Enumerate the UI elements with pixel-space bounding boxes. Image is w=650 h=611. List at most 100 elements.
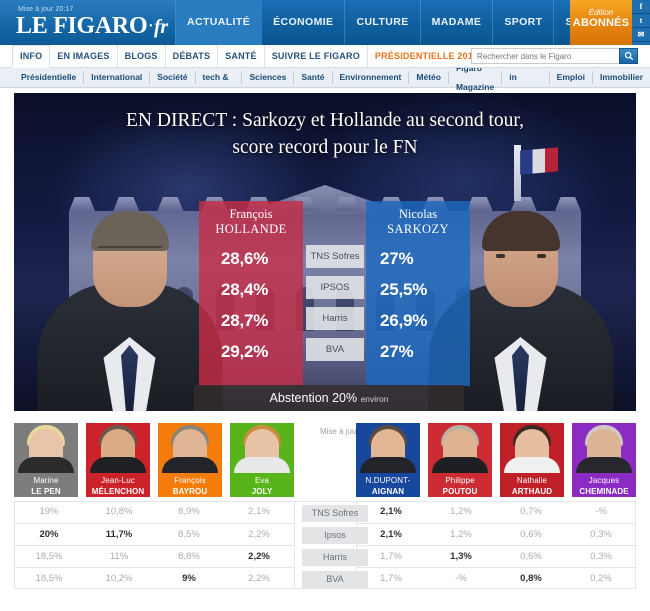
cell-arthaud-tns: 0,7% <box>496 501 566 524</box>
candidate-card-bayrou[interactable]: François BAYROU <box>158 423 222 497</box>
candidate-card-le-pen[interactable]: Marine LE PEN <box>14 423 78 497</box>
dupont-aignan-lastname: AIGNAN <box>371 487 405 496</box>
hero-headline: EN DIRECT : Sarkozy et Hollande au secon… <box>14 107 636 161</box>
subnav-immobilier[interactable]: Immobilier <box>593 71 650 84</box>
header-update-label: Mise à jour 20:17 <box>18 6 74 13</box>
nav-actualite[interactable]: ACTUALITÉ <box>175 0 263 45</box>
bayrou-firstname: François <box>174 476 206 485</box>
candidate-card-dupont-aignan[interactable]: N.DUPONT- AIGNAN <box>356 423 420 497</box>
sarkozy-score-tns: 27% <box>380 249 414 268</box>
tab-debats[interactable]: DÉBATS <box>166 45 219 67</box>
tab-suivre-le-figaro[interactable]: SUIVRE LE FIGARO <box>265 45 368 67</box>
cell-joly-ipsos: 2,2% <box>224 523 294 546</box>
table-row: 1,7% 1,3% 0,6% 0,3% <box>356 545 636 568</box>
candidate-card-melenchon[interactable]: Jean-Luc MÉLENCHON <box>86 423 150 497</box>
candidate-card-arthaud[interactable]: Nathalie ARTHAUD <box>500 423 564 497</box>
abstention-banner: Abstention 20% environ <box>194 385 464 411</box>
table-row: 18,5% 11% 8,8% 2,2% <box>14 545 294 568</box>
melenchon-photo <box>86 423 150 473</box>
twitter-icon[interactable]: t <box>632 14 650 28</box>
sarkozy-firstname: Nicolas <box>398 207 438 221</box>
cell-joly-tns: 2,1% <box>224 501 294 524</box>
arthaud-photo <box>500 423 564 473</box>
cell-bayrou-ipsos: 8,5% <box>154 523 224 546</box>
cheminade-nameplate: Jacques CHEMINADE <box>572 473 636 497</box>
dupont-aignan-nameplate: N.DUPONT- AIGNAN <box>356 473 420 497</box>
le-pen-lastname: LE PEN <box>31 487 61 496</box>
le-pen-nameplate: Marine LE PEN <box>14 473 78 497</box>
left-results-table: 19% 10,8% 8,9% 2,1% 20% 11,7% 8,5% 2,2% … <box>14 501 294 589</box>
hollande-results-panel: François HOLLANDE 28,6% 28,4% 28,7% 29,2… <box>199 201 303 386</box>
cell-cheminade-harris: 0,3% <box>566 545 636 568</box>
joly-nameplate: Eva JOLY <box>230 473 294 497</box>
table-row: 20% 11,7% 8,5% 2,2% <box>14 523 294 546</box>
cell-arthaud-ipsos: 0,6% <box>496 523 566 546</box>
nav-economie[interactable]: ÉCONOMIE <box>262 0 346 45</box>
hollande-lastname: HOLLANDE <box>215 222 287 236</box>
candidate-card-cheminade[interactable]: Jacques CHEMINADE <box>572 423 636 497</box>
tab-blogs[interactable]: BLOGS <box>118 45 166 67</box>
hollande-score-harris: 28,7% <box>221 311 269 330</box>
subnav-high-tech-web[interactable]: High-tech & Web <box>196 53 243 101</box>
tab-info[interactable]: INFO <box>12 44 51 68</box>
search-input[interactable] <box>471 48 619 64</box>
joly-lastname: JOLY <box>251 487 273 496</box>
nav-madame[interactable]: MADAME <box>421 0 494 45</box>
cell-lepen-tns: 19% <box>14 501 84 524</box>
sarkozy-score-ipsos: 25,5% <box>380 280 428 299</box>
table-row: 1,7% -% 0,8% 0,2% <box>356 567 636 589</box>
cell-cheminade-tns: -% <box>566 501 636 524</box>
cell-dupontaignan-tns: 2,1% <box>356 501 426 524</box>
logo-suffix: fr <box>154 16 168 38</box>
nav-sport[interactable]: SPORT <box>493 0 555 45</box>
cell-dupontaignan-harris: 1,7% <box>356 545 426 568</box>
poutou-nameplate: Philippe POUTOU <box>428 473 492 497</box>
table-row: 2,1% 1,2% 0,6% 0,3% <box>356 523 636 546</box>
subnav-figaro-in-english[interactable]: Figaro in English <box>502 53 550 101</box>
tab-sante[interactable]: SANTÉ <box>218 45 265 67</box>
site-logo[interactable]: LE FIGARO·fr <box>16 14 168 38</box>
subnav-societe[interactable]: Société <box>150 71 196 84</box>
social-links: f t ✉ ▢ <box>632 0 650 45</box>
right-candidate-group: N.DUPONT- AIGNAN Philippe POUTOU Nathali… <box>356 423 636 589</box>
subnav-sante[interactable]: Santé <box>294 71 333 84</box>
cell-bayrou-tns: 8,9% <box>154 501 224 524</box>
secondary-navigation: INFO EN IMAGES BLOGS DÉBATS SANTÉ SUIVRE… <box>0 44 650 68</box>
sarkozy-lastname: SARKOZY <box>387 222 449 236</box>
cell-bayrou-bva: 9% <box>182 572 196 584</box>
cell-arthaud-bva: 0,8% <box>520 572 542 584</box>
subnav-sciences[interactable]: Sciences <box>242 71 295 84</box>
tab-presidentielle-2012[interactable]: PRÉSIDENTIELLE 2012 <box>368 45 485 67</box>
hero-pollster-harris: Harris <box>306 307 364 330</box>
cell-cheminade-ipsos: 0,3% <box>566 523 636 546</box>
joly-photo <box>230 423 294 473</box>
hero-pollster-ipsos: IPSOS <box>306 276 364 299</box>
site-header: Mise à jour 20:17 LE FIGARO·fr ACTUALITÉ… <box>0 0 650 45</box>
nav-culture[interactable]: CULTURE <box>345 0 421 45</box>
subnav-environnement[interactable]: Environnement <box>333 71 410 84</box>
hero-banner[interactable]: EN DIRECT : Sarkozy et Hollande au secon… <box>14 93 636 411</box>
subscriber-edition-button[interactable]: Édition ABONNÉS <box>570 0 632 45</box>
sarkozy-score-bva: 27% <box>380 342 414 361</box>
newsletter-icon[interactable]: ✉ <box>632 28 650 42</box>
subnav-presidentielle[interactable]: Présidentielle <box>14 71 85 84</box>
bayrou-photo <box>158 423 222 473</box>
melenchon-lastname: MÉLENCHON <box>91 487 145 496</box>
right-candidate-cards: N.DUPONT- AIGNAN Philippe POUTOU Nathali… <box>356 423 636 497</box>
cheminade-photo <box>572 423 636 473</box>
tab-en-images[interactable]: EN IMAGES <box>50 45 118 67</box>
page-root: Mise à jour 20:17 LE FIGARO·fr ACTUALITÉ… <box>0 0 650 611</box>
cheminade-lastname: CHEMINADE <box>579 487 629 496</box>
cell-poutou-harris: 1,3% <box>426 545 496 568</box>
search-icon[interactable] <box>619 48 638 64</box>
candidate-card-poutou[interactable]: Philippe POUTOU <box>428 423 492 497</box>
facebook-icon[interactable]: f <box>632 0 650 14</box>
poutou-photo <box>428 423 492 473</box>
melenchon-nameplate: Jean-Luc MÉLENCHON <box>86 473 150 497</box>
subnav-meteo[interactable]: Météo <box>409 71 449 84</box>
subnav-emploi[interactable]: Emploi <box>550 71 594 84</box>
subnav-figaro-magazine[interactable]: Figaro Magazine <box>449 63 503 92</box>
candidate-card-joly[interactable]: Eva JOLY <box>230 423 294 497</box>
subnav-international[interactable]: International <box>84 71 151 84</box>
cell-poutou-ipsos: 1,2% <box>426 523 496 546</box>
